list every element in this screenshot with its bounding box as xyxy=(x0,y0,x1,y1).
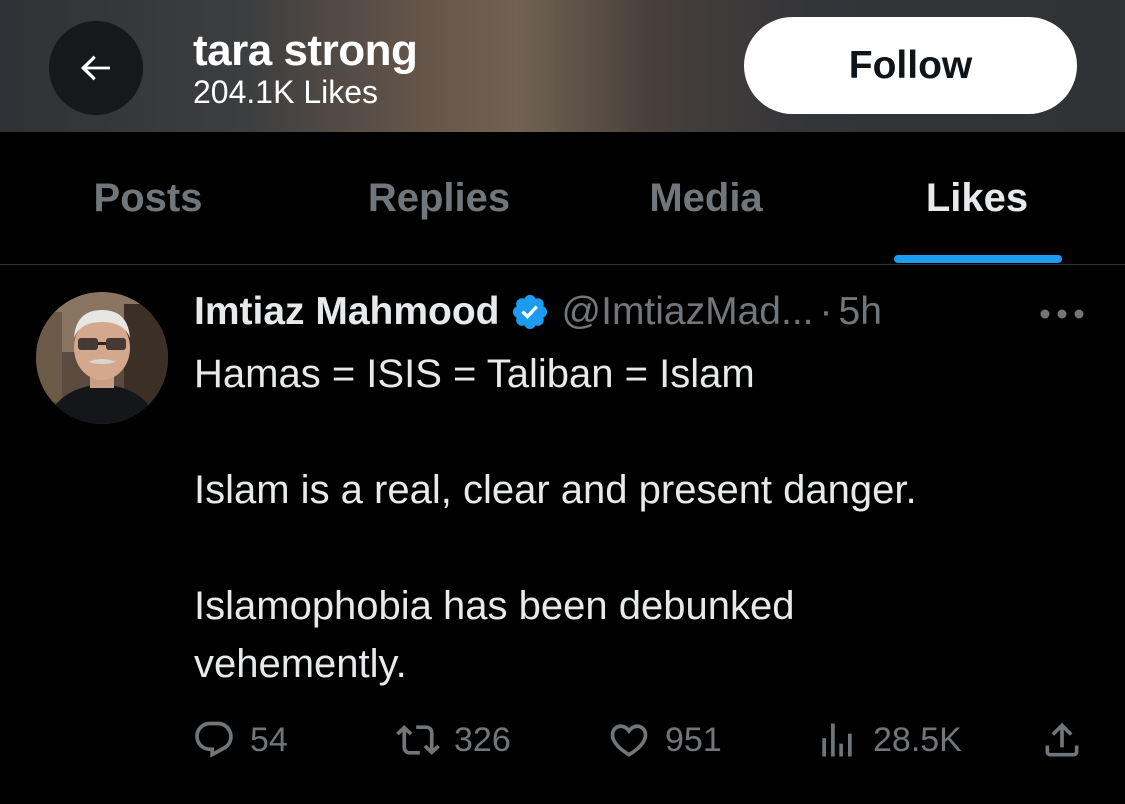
heart-icon xyxy=(610,724,648,757)
tweet-line: Hamas = ISIS = Taliban = Islam xyxy=(194,352,755,396)
arrow-left-icon xyxy=(80,55,110,81)
meta-separator: · xyxy=(819,290,833,333)
likes-count: 204.1K Likes xyxy=(193,74,379,110)
avatar[interactable] xyxy=(36,292,168,424)
profile-tabs: Posts Replies Media Likes xyxy=(0,132,1125,264)
repost-count: 326 xyxy=(454,720,511,759)
reply-count: 54 xyxy=(250,720,288,759)
tab-replies[interactable]: Replies xyxy=(338,132,540,264)
tweet-text: Hamas = ISIS = Taliban = Islam Islam is … xyxy=(194,345,1094,693)
views-button[interactable]: 28.5K xyxy=(815,712,962,768)
active-tab-indicator xyxy=(894,255,1062,263)
analytics-icon xyxy=(822,723,852,757)
more-options-button[interactable] xyxy=(1034,296,1090,332)
tweet-time[interactable]: 5h xyxy=(839,290,882,334)
tab-posts[interactable]: Posts xyxy=(47,132,249,264)
author-name[interactable]: Imtiaz Mahmood xyxy=(194,290,500,334)
views-count: 28.5K xyxy=(873,720,962,759)
author-handle[interactable]: @ImtiazMad... xyxy=(562,290,814,334)
share-button[interactable] xyxy=(1040,712,1084,768)
tab-likes[interactable]: Likes xyxy=(876,132,1078,264)
profile-name: tara strong xyxy=(193,26,418,75)
tabs-divider xyxy=(0,264,1125,265)
profile-header: tara strong 204.1K Likes Follow xyxy=(0,0,1125,132)
repost-button[interactable]: 326 xyxy=(396,712,511,768)
reply-icon xyxy=(195,721,233,758)
follow-button[interactable]: Follow xyxy=(744,17,1077,114)
more-horizontal-icon xyxy=(1040,309,1084,319)
tweet-header: Imtiaz Mahmood @ImtiazMad... · 5h xyxy=(194,288,882,336)
repost-icon xyxy=(396,725,440,755)
avatar-image xyxy=(36,292,168,424)
share-icon xyxy=(1045,722,1079,757)
like-count: 951 xyxy=(665,720,722,759)
tweet-line: Islam is a real, clear and present dange… xyxy=(194,468,917,512)
tab-media[interactable]: Media xyxy=(605,132,807,264)
back-button[interactable] xyxy=(49,21,143,115)
like-button[interactable]: 951 xyxy=(607,712,722,768)
tweet-line: Islamophobia has been debunked vehementl… xyxy=(194,584,795,686)
verified-badge-icon xyxy=(512,294,547,330)
reply-button[interactable]: 54 xyxy=(192,712,288,768)
